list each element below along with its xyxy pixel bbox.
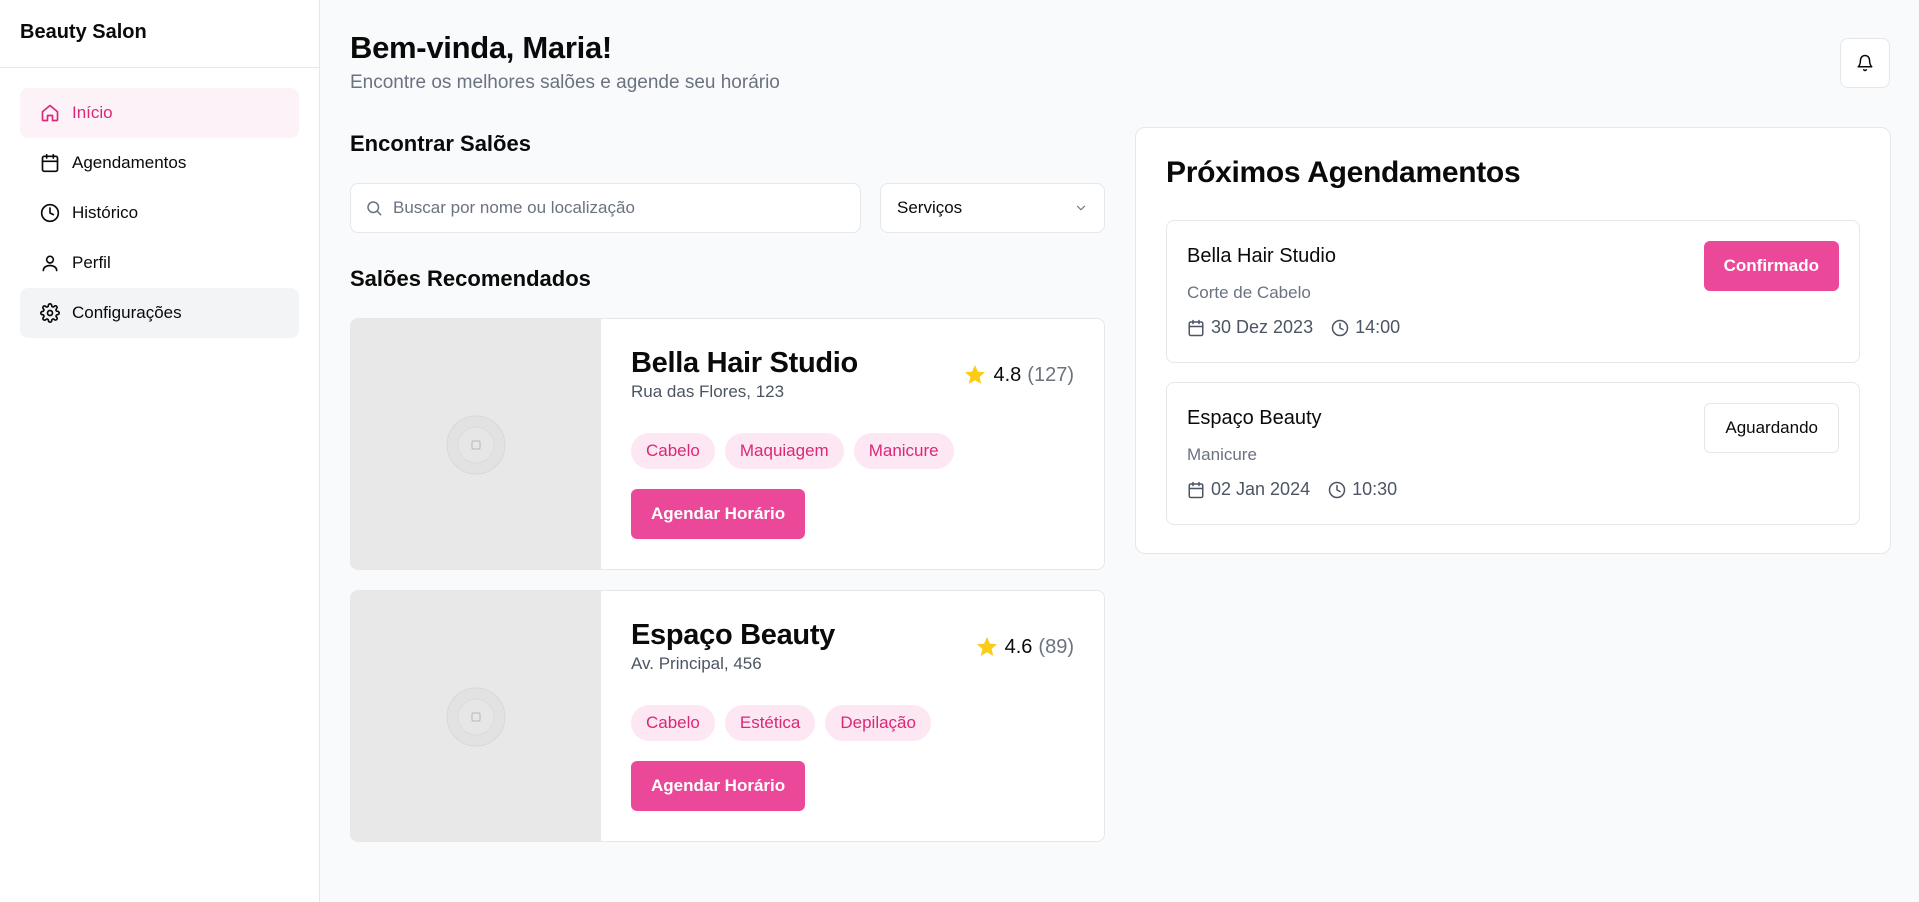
service-tags: Cabelo Maquiagem Manicure <box>631 433 954 469</box>
sidebar-item-agendamentos[interactable]: Agendamentos <box>20 138 299 188</box>
notifications-button[interactable] <box>1840 38 1890 88</box>
appointment-time: 10:30 <box>1328 479 1397 500</box>
salon-image-placeholder <box>351 319 601 569</box>
service-tag: Cabelo <box>631 433 715 469</box>
sidebar-item-label: Início <box>72 103 113 122</box>
appointment-service: Corte de Cabelo <box>1187 283 1311 302</box>
bell-icon <box>1857 54 1873 72</box>
clock-icon <box>1328 481 1346 498</box>
salon-rating: 4.8 (127) <box>963 363 1074 387</box>
page-title: Bem-vinda, Maria! <box>350 30 612 65</box>
salon-name: Bella Hair Studio <box>631 347 858 379</box>
sidebar-item-label: Histórico <box>72 203 139 222</box>
user-icon <box>42 255 58 272</box>
services-select-value: Serviços <box>897 198 963 217</box>
image-placeholder-icon <box>446 687 506 747</box>
appointment-card: Bella Hair Studio Corte de Cabelo 30 Dez… <box>1166 220 1860 363</box>
recommended-title: Salões Recomendados <box>350 266 591 291</box>
salon-card: Espaço Beauty Av. Principal, 456 4.6 (89… <box>350 590 1105 842</box>
search-field[interactable] <box>350 183 861 233</box>
home-icon <box>41 104 59 122</box>
salon-name: Espaço Beauty <box>631 619 836 651</box>
appointment-salon: Espaço Beauty <box>1187 407 1322 429</box>
service-tag: Depilação <box>825 705 931 741</box>
find-salons-title: Encontrar Salões <box>350 131 531 156</box>
chevron-down-icon <box>1076 205 1086 211</box>
sidebar-item-label: Perfil <box>72 253 111 272</box>
sidebar-item-label: Agendamentos <box>72 153 187 172</box>
calendar-icon <box>1188 481 1204 498</box>
rating-count: (89) <box>1038 635 1074 658</box>
appointment-date-text: 02 Jan 2024 <box>1211 479 1311 499</box>
search-input[interactable] <box>393 198 846 218</box>
page-subtitle: Encontre os melhores salões e agende seu… <box>350 72 780 93</box>
service-tag: Manicure <box>853 433 954 469</box>
status-badge[interactable]: Confirmado <box>1703 241 1839 291</box>
sidebar-item-historico[interactable]: Histórico <box>20 188 299 238</box>
rating-count: (127) <box>1027 363 1074 386</box>
salon-address: Av. Principal, 456 <box>631 654 762 673</box>
appointment-salon: Bella Hair Studio <box>1187 245 1336 267</box>
book-appointment-button[interactable]: Agendar Horário <box>631 489 806 539</box>
salon-rating: 4.6 (89) <box>975 635 1074 659</box>
gear-icon <box>40 303 60 323</box>
service-tag: Maquiagem <box>724 433 844 469</box>
appointment-time-text: 10:30 <box>1352 479 1398 499</box>
salon-image-placeholder <box>351 591 601 841</box>
appointment-time: 14:00 <box>1331 317 1400 338</box>
appointment-date: 30 Dez 2023 <box>1187 317 1313 338</box>
appointment-date: 02 Jan 2024 <box>1187 479 1310 500</box>
status-badge[interactable]: Aguardando <box>1704 403 1839 453</box>
brand-title: Beauty Salon <box>0 0 319 68</box>
rating-score: 4.8 <box>993 363 1022 386</box>
star-icon <box>965 365 986 384</box>
salon-address: Rua das Flores, 123 <box>631 382 785 401</box>
salon-card: Bella Hair Studio Rua das Flores, 123 4.… <box>350 318 1105 570</box>
sidebar-item-configuracoes[interactable]: Configurações <box>20 288 299 338</box>
upcoming-appointments-panel: Próximos Agendamentos Bella Hair Studio … <box>1135 127 1891 554</box>
calendar-icon <box>41 153 59 173</box>
book-appointment-button[interactable]: Agendar Horário <box>631 761 806 811</box>
calendar-icon <box>1188 319 1204 336</box>
appointment-service: Manicure <box>1187 445 1257 464</box>
service-tag: Cabelo <box>631 705 715 741</box>
image-placeholder-icon <box>446 415 506 475</box>
appointment-card: Espaço Beauty Manicure 02 Jan 2024 10:30… <box>1166 382 1860 525</box>
service-tags: Cabelo Estética Depilação <box>631 705 931 741</box>
sidebar-nav: Início Agendamentos Histórico Perfil Con… <box>0 68 319 338</box>
sidebar-item-label: Configurações <box>72 303 182 322</box>
service-tag: Estética <box>724 705 816 741</box>
sidebar-item-inicio[interactable]: Início <box>20 88 299 138</box>
appointment-meta: 02 Jan 2024 10:30 <box>1187 479 1397 500</box>
appointment-date-text: 30 Dez 2023 <box>1211 317 1314 337</box>
sidebar: Beauty Salon Início Agendamentos Históri… <box>0 0 320 902</box>
main-content: Bem-vinda, Maria! Encontre os melhores s… <box>320 0 1919 902</box>
services-select[interactable]: Serviços <box>880 183 1105 233</box>
upcoming-title: Próximos Agendamentos <box>1166 156 1521 189</box>
clock-icon <box>1331 319 1349 336</box>
appointment-time-text: 14:00 <box>1355 317 1401 337</box>
sidebar-item-perfil[interactable]: Perfil <box>20 238 299 288</box>
star-icon <box>976 637 997 656</box>
search-icon <box>367 201 382 216</box>
appointment-meta: 30 Dez 2023 14:00 <box>1187 317 1400 338</box>
rating-score: 4.6 <box>1004 635 1033 658</box>
clock-icon <box>40 203 60 223</box>
